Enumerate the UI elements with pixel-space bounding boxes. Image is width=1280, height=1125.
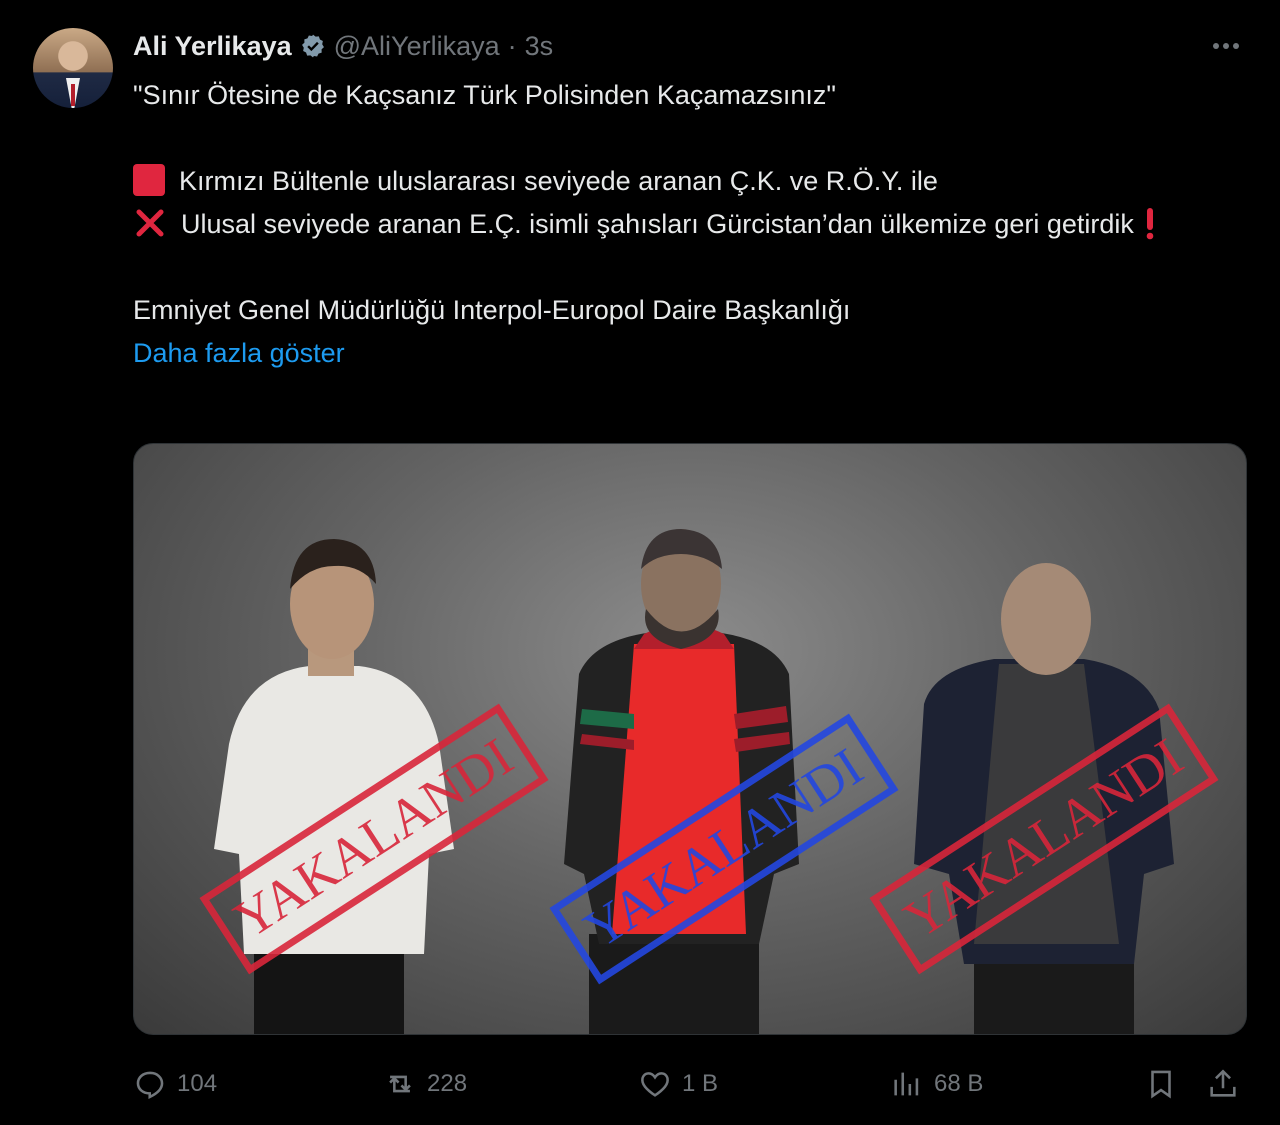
tweet-time[interactable]: 3s bbox=[525, 31, 554, 62]
tweet-line-national-text: Ulusal seviyede aranan E.Ç. isimli şahıs… bbox=[181, 209, 1134, 239]
like-button[interactable]: 1 B bbox=[638, 1060, 718, 1108]
share-button[interactable] bbox=[1206, 1060, 1240, 1108]
repost-count: 228 bbox=[427, 1070, 468, 1097]
views-count: 68 B bbox=[934, 1070, 984, 1097]
tweet-actions: 104 228 1 B 68 B bbox=[133, 1060, 1248, 1108]
person-middle bbox=[564, 529, 799, 1034]
photo-illustration: YAKALANDI YAKALANDI YAKALANDI bbox=[199, 529, 1219, 1034]
like-icon bbox=[641, 1072, 669, 1097]
reply-button[interactable]: 104 bbox=[133, 1060, 217, 1108]
bookmark-button[interactable] bbox=[1144, 1060, 1178, 1108]
bookmark-icon bbox=[1151, 1070, 1171, 1099]
author-handle[interactable]: @AliYerlikaya bbox=[334, 31, 500, 62]
red-square-icon bbox=[133, 164, 165, 196]
repost-icon bbox=[389, 1075, 411, 1093]
views-button[interactable]: 68 B bbox=[890, 1060, 983, 1108]
reply-count: 104 bbox=[177, 1070, 218, 1097]
reply-icon bbox=[136, 1071, 164, 1100]
avatar-tie bbox=[71, 84, 75, 106]
tweet-line-quote: "Sınır Ötesine de Kaçsanız Türk Polisind… bbox=[133, 80, 837, 110]
cross-mark-icon bbox=[133, 206, 167, 240]
tweet-line-red-notice-text: Kırmızı Bültenle uluslararası seviyede a… bbox=[179, 166, 938, 196]
exclamation-icon bbox=[1144, 206, 1156, 240]
author-avatar[interactable] bbox=[33, 28, 113, 108]
tweet-line-department: Emniyet Genel Müdürlüğü Interpol-Europol… bbox=[133, 295, 851, 325]
author-name[interactable]: Ali Yerlikaya bbox=[133, 31, 292, 62]
repost-button[interactable]: 228 bbox=[383, 1060, 467, 1108]
show-more-link[interactable]: Daha fazla göster bbox=[133, 332, 1243, 375]
views-icon bbox=[894, 1072, 919, 1096]
verified-icon bbox=[300, 33, 326, 59]
tweet-media-photo[interactable]: YAKALANDI YAKALANDI YAKALANDI bbox=[133, 443, 1247, 1035]
tweet-line-red-notice: Kırmızı Bültenle uluslararası seviyede a… bbox=[133, 160, 1243, 203]
tweet-line-national: Ulusal seviyede aranan E.Ç. isimli şahıs… bbox=[133, 203, 1243, 246]
tweet-text: "Sınır Ötesine de Kaçsanız Türk Polisind… bbox=[133, 74, 1243, 375]
more-icon[interactable] bbox=[1208, 34, 1244, 58]
tweet-header: Ali Yerlikaya @AliYerlikaya · 3s bbox=[133, 28, 553, 64]
separator-dot: · bbox=[507, 30, 517, 61]
like-count: 1 B bbox=[682, 1070, 719, 1097]
share-icon bbox=[1210, 1069, 1236, 1097]
